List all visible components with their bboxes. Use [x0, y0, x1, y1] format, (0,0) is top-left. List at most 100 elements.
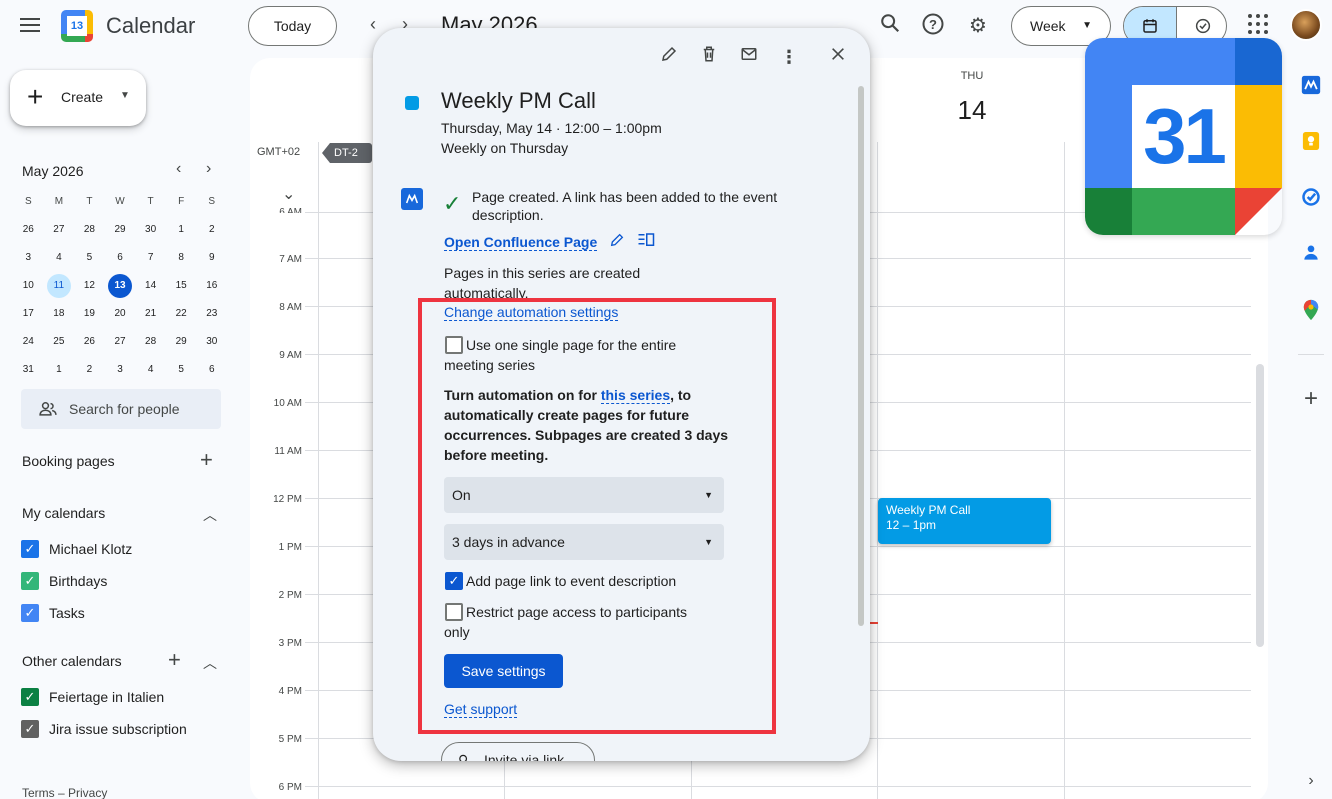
hour-label: 11 AM — [274, 446, 302, 457]
mini-day[interactable]: 21 — [135, 302, 166, 330]
mini-day[interactable]: 30 — [135, 218, 166, 246]
mini-day[interactable]: 15 — [166, 274, 197, 302]
mini-day[interactable]: 27 — [44, 218, 75, 246]
mini-day[interactable]: 10 — [13, 274, 44, 302]
my-calendars-heading[interactable]: My calendars — [22, 505, 105, 521]
account-avatar[interactable] — [1290, 9, 1322, 41]
mini-day[interactable]: 9 — [196, 246, 227, 274]
mini-day[interactable]: 3 — [105, 358, 136, 386]
collapse-my-calendars-icon[interactable]: ︿ — [203, 505, 217, 525]
mini-day[interactable]: 31 — [13, 358, 44, 386]
mini-day[interactable]: 26 — [74, 330, 105, 358]
mini-day[interactable]: 26 — [13, 218, 44, 246]
mini-day[interactable]: 2 — [74, 358, 105, 386]
mini-day[interactable]: 5 — [74, 246, 105, 274]
popup-scrollbar[interactable] — [858, 86, 864, 626]
mini-day[interactable]: 28 — [135, 330, 166, 358]
checkbox-checked-icon[interactable]: ✓ — [21, 540, 39, 558]
mini-day[interactable]: 27 — [105, 330, 136, 358]
contacts-icon[interactable] — [1300, 243, 1322, 265]
mini-week-row: 17 18 19 20 21 22 23 — [13, 302, 227, 330]
mini-day[interactable]: 16 — [196, 274, 227, 302]
mini-day[interactable]: 29 — [166, 330, 197, 358]
collapse-other-calendars-icon[interactable]: ︿ — [203, 653, 217, 673]
page-layout-icon[interactable] — [637, 232, 657, 252]
get-addons-plus-icon[interactable]: + — [1300, 387, 1322, 411]
mini-day[interactable]: 7 — [135, 246, 166, 274]
tasks-icon[interactable] — [1300, 187, 1322, 209]
main-menu-icon[interactable] — [18, 14, 42, 38]
help-icon[interactable]: ? — [919, 12, 947, 40]
mini-day[interactable]: 2 — [196, 218, 227, 246]
mini-day[interactable]: 3 — [13, 246, 44, 274]
mini-prev-month-icon[interactable]: ‹ — [176, 160, 181, 178]
checkbox-checked-icon[interactable]: ✓ — [21, 604, 39, 622]
terms-privacy-links[interactable]: Terms – Privacy — [22, 786, 107, 799]
invite-via-link-button[interactable]: ⚲ Invite via link — [441, 742, 595, 761]
delete-trash-icon[interactable] — [697, 45, 721, 69]
mini-day[interactable]: 6 — [196, 358, 227, 386]
mini-weekday-row: S M T W T F S — [24, 196, 216, 207]
mini-day[interactable]: 5 — [166, 358, 197, 386]
hour-label: 6 AM — [279, 207, 302, 213]
mini-day[interactable]: 24 — [13, 330, 44, 358]
grid-scrollbar[interactable] — [1256, 364, 1264, 647]
search-icon[interactable] — [876, 12, 904, 40]
add-other-calendar-icon[interactable]: + — [168, 647, 181, 673]
hour-label: 9 AM — [279, 350, 302, 361]
mini-day[interactable]: 22 — [166, 302, 197, 330]
mini-day[interactable]: 25 — [44, 330, 75, 358]
other-calendars-heading[interactable]: Other calendars — [22, 653, 122, 669]
side-panel-divider — [1298, 354, 1324, 355]
mini-day[interactable]: 18 — [44, 302, 75, 330]
mini-day[interactable]: 20 — [105, 302, 136, 330]
close-icon[interactable] — [826, 45, 850, 69]
mini-day[interactable]: 23 — [196, 302, 227, 330]
hour-label: 2 PM — [278, 590, 302, 601]
secondary-timezone-chip[interactable]: DT-2 — [322, 143, 372, 163]
open-confluence-page-link[interactable]: Open Confluence Page — [444, 234, 598, 251]
confluence-addon-icon[interactable] — [1300, 75, 1322, 97]
mini-calendar-title: May 2026 — [22, 163, 84, 179]
page-created-message: Page created. A link has been added to t… — [472, 189, 778, 223]
keep-icon[interactable] — [1300, 131, 1322, 153]
mini-day[interactable]: 4 — [135, 358, 166, 386]
mini-day[interactable]: 8 — [166, 246, 197, 274]
hour-label: 1 PM — [278, 542, 302, 553]
expand-all-day-icon[interactable]: ⌄ — [282, 184, 295, 204]
mini-day[interactable]: 28 — [74, 218, 105, 246]
mini-day[interactable]: 14 — [135, 274, 166, 302]
mini-day[interactable]: 19 — [74, 302, 105, 330]
mini-day[interactable]: 1 — [166, 218, 197, 246]
edit-link-pencil-icon[interactable] — [609, 232, 629, 252]
mini-day[interactable]: 12 — [74, 274, 105, 302]
google-apps-icon[interactable] — [1248, 14, 1268, 34]
mini-day[interactable]: 1 — [44, 358, 75, 386]
add-booking-page-icon[interactable]: + — [200, 447, 213, 473]
mini-day-selected[interactable]: 11 — [44, 274, 75, 302]
email-envelope-icon[interactable] — [737, 45, 761, 69]
event-weekly-pm-call[interactable]: Weekly PM Call 12 – 1pm — [878, 498, 1051, 544]
mini-next-month-icon[interactable]: › — [206, 160, 211, 178]
previous-week-icon[interactable]: ‹ — [361, 14, 385, 35]
more-options-icon[interactable]: ⋮ — [777, 45, 801, 69]
maps-icon[interactable] — [1300, 299, 1322, 321]
day-header-number[interactable]: 14 — [946, 95, 998, 126]
edit-pencil-icon[interactable] — [657, 45, 681, 69]
mini-day[interactable]: 30 — [196, 330, 227, 358]
checkbox-checked-icon[interactable]: ✓ — [21, 688, 39, 706]
mini-week-row: 31 1 2 3 4 5 6 — [13, 358, 227, 386]
today-button[interactable]: Today — [248, 6, 337, 46]
checkbox-checked-icon[interactable]: ✓ — [21, 572, 39, 590]
checkbox-checked-icon[interactable]: ✓ — [21, 720, 39, 738]
search-people-input[interactable]: Search for people — [21, 389, 221, 429]
mini-day[interactable]: 4 — [44, 246, 75, 274]
hide-side-panel-icon[interactable]: › — [1300, 770, 1322, 792]
mini-day[interactable]: 17 — [13, 302, 44, 330]
mini-day[interactable]: 29 — [105, 218, 136, 246]
create-button[interactable]: + Create ▼ — [10, 70, 146, 126]
settings-gear-icon[interactable]: ⚙ — [964, 12, 992, 40]
hour-label: 5 PM — [278, 734, 302, 745]
mini-day-today[interactable]: 13 — [105, 274, 136, 302]
mini-day[interactable]: 6 — [105, 246, 136, 274]
